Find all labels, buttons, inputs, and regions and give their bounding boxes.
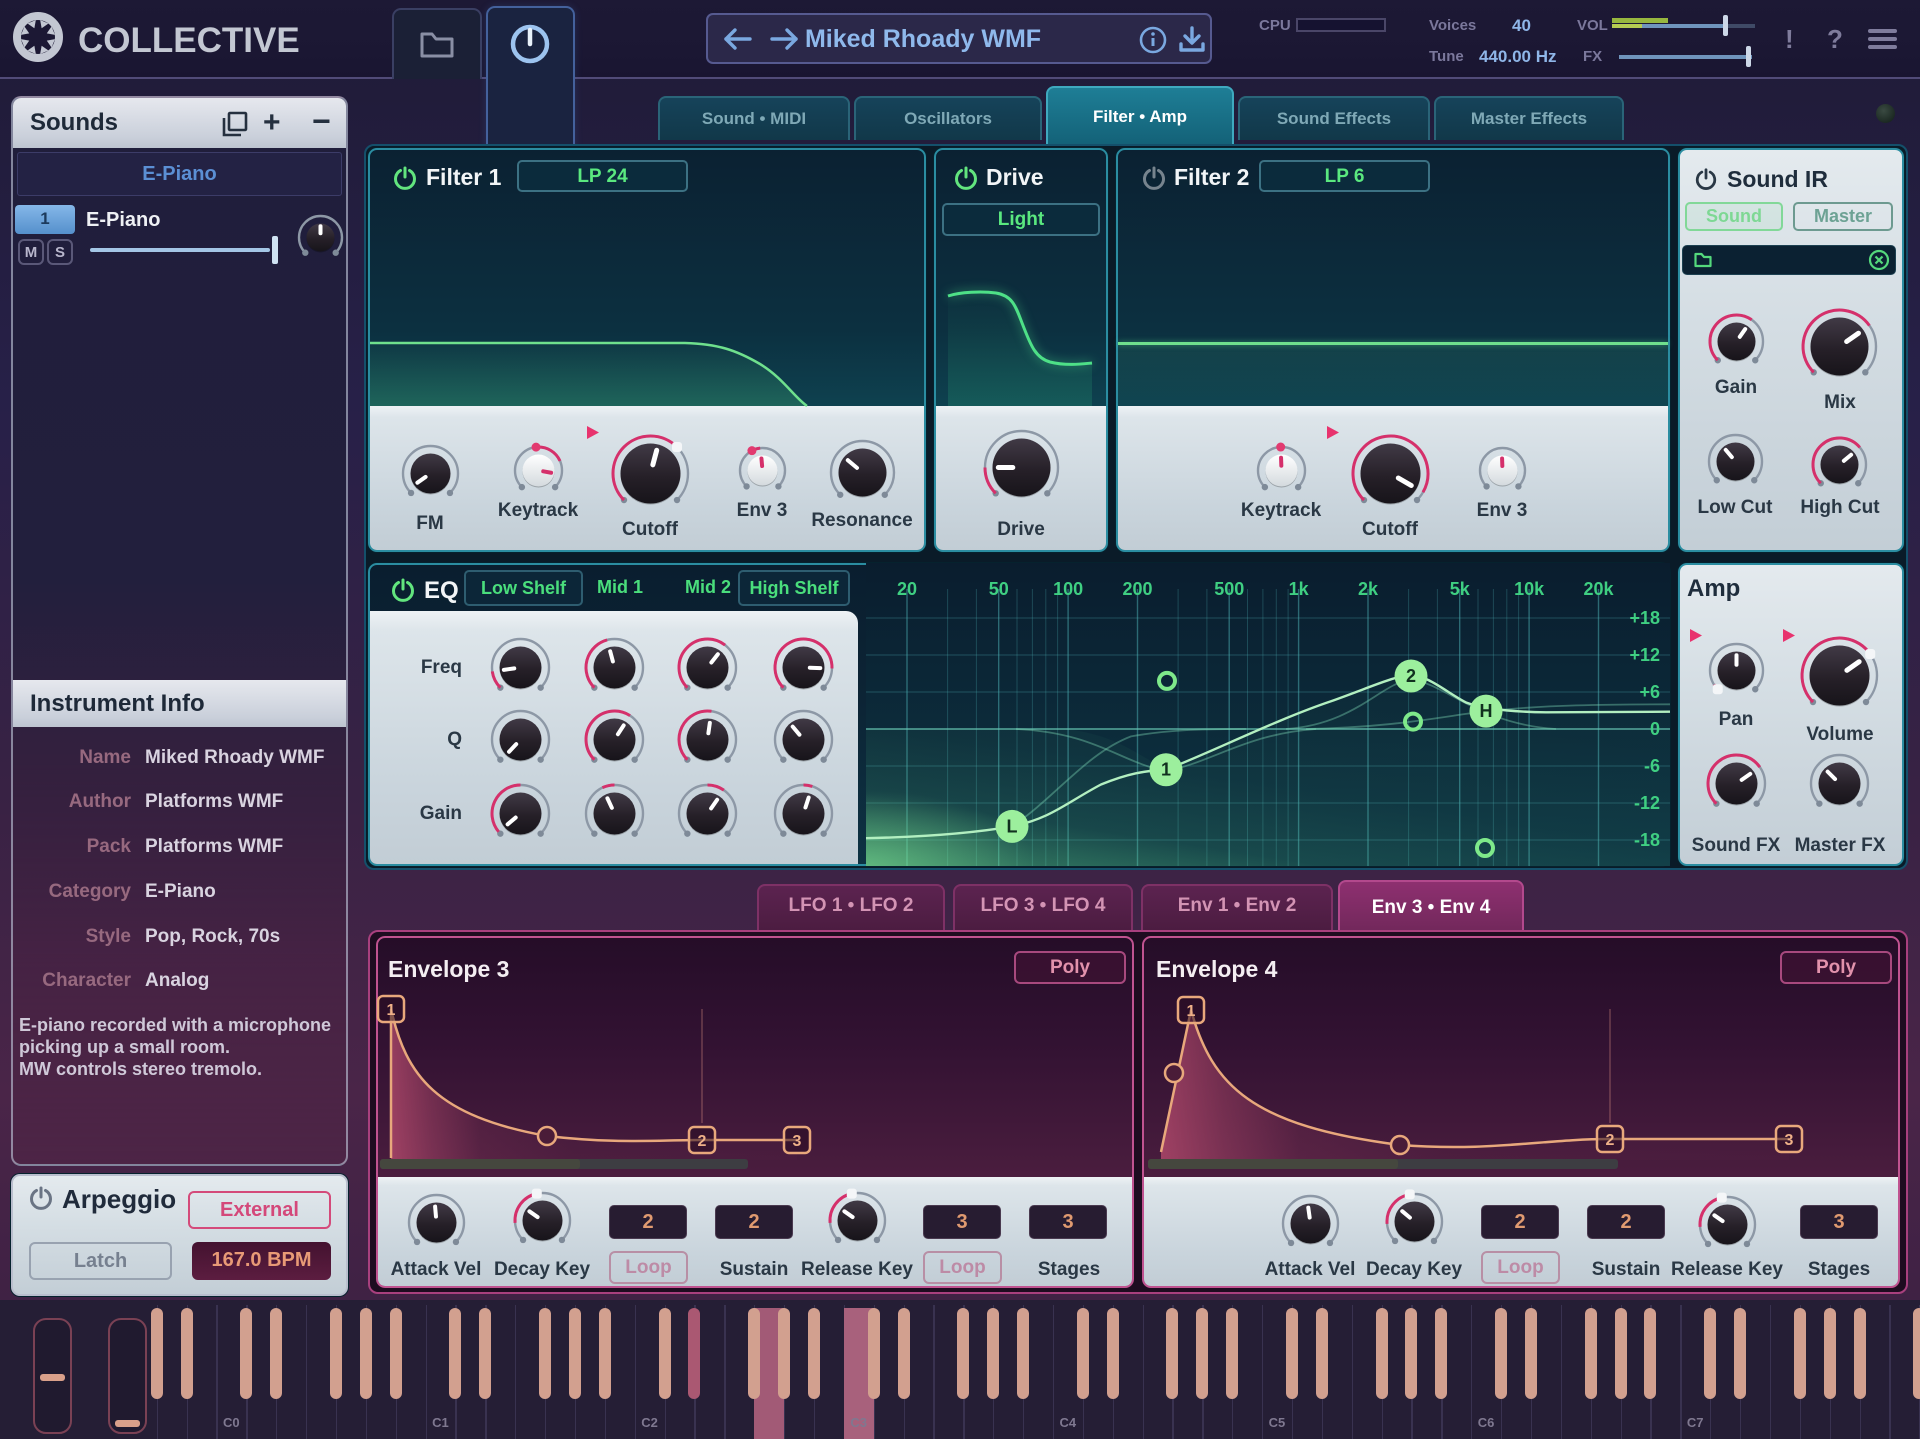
svg-text:+6: +6 (1639, 682, 1660, 702)
svg-text:-12: -12 (1634, 793, 1660, 813)
svg-text:3: 3 (1785, 1132, 1794, 1149)
svg-text:2: 2 (698, 1133, 707, 1150)
svg-text:50: 50 (989, 579, 1009, 599)
svg-text:20k: 20k (1583, 579, 1614, 599)
svg-text:1k: 1k (1289, 579, 1310, 599)
svg-text:20: 20 (897, 579, 917, 599)
svg-text:500: 500 (1214, 579, 1244, 599)
svg-text:H: H (1480, 701, 1493, 721)
svg-text:-6: -6 (1644, 756, 1660, 776)
svg-text:10k: 10k (1514, 579, 1545, 599)
svg-text:3: 3 (793, 1133, 802, 1150)
svg-text:2: 2 (1606, 1132, 1615, 1149)
svg-text:200: 200 (1122, 579, 1152, 599)
svg-text:-18: -18 (1634, 830, 1660, 850)
svg-text:+18: +18 (1629, 608, 1660, 628)
svg-text:+12: +12 (1629, 645, 1660, 665)
svg-text:5k: 5k (1450, 579, 1471, 599)
svg-text:2k: 2k (1358, 579, 1379, 599)
svg-text:1: 1 (387, 1002, 396, 1019)
svg-text:1: 1 (1161, 760, 1171, 780)
svg-text:L: L (1007, 816, 1018, 836)
svg-text:100: 100 (1053, 579, 1083, 599)
svg-text:0: 0 (1650, 719, 1660, 739)
svg-text:2: 2 (1406, 666, 1416, 686)
svg-text:1: 1 (1187, 1003, 1196, 1020)
